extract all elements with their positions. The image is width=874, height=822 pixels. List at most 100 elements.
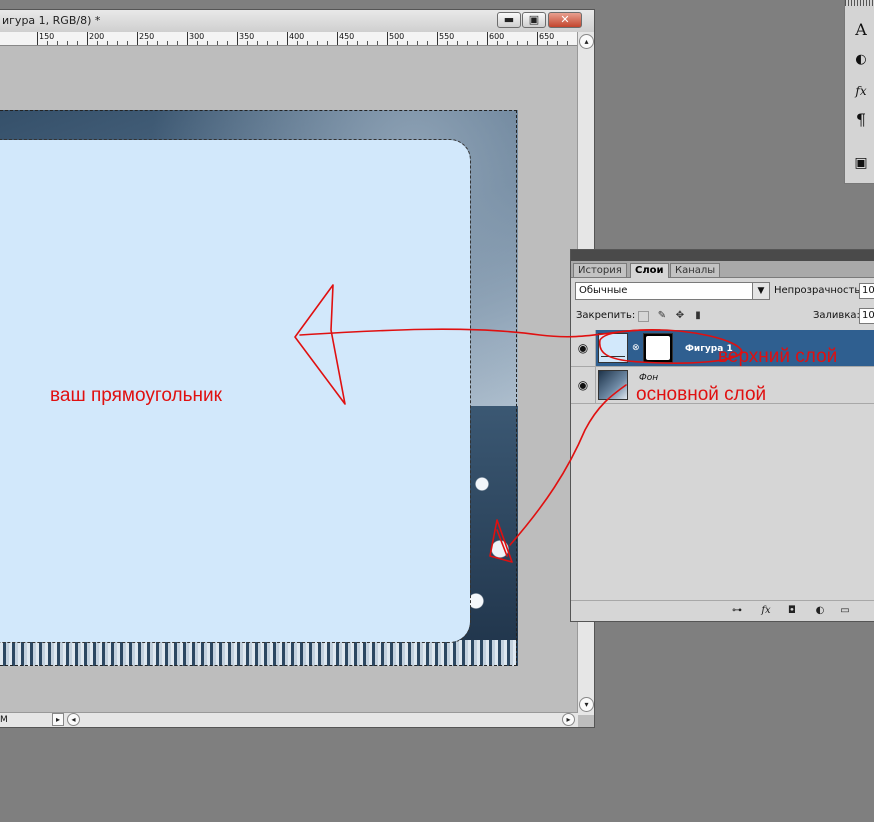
brush-tool-icon[interactable]: ◐: [849, 49, 873, 71]
document-titlebar[interactable]: игура 1, RGB/8) * ▬ ▣ ✕: [0, 10, 594, 33]
tab-channels[interactable]: Каналы: [670, 263, 721, 277]
close-button[interactable]: ✕: [548, 12, 582, 28]
panel-header[interactable]: [571, 250, 874, 261]
panel-grip[interactable]: [845, 0, 874, 6]
ruler-minor-tick: [217, 41, 218, 45]
ruler-minor-tick: [457, 41, 458, 45]
ruler-tick: [537, 32, 538, 45]
ruler-tick-label: 150: [39, 32, 55, 41]
blend-mode-select[interactable]: Обычные ▼: [575, 282, 770, 300]
ruler-minor-tick: [167, 41, 168, 45]
fx-icon[interactable]: fx: [758, 604, 774, 618]
fx-tool-icon[interactable]: fx: [849, 80, 873, 102]
tab-layers[interactable]: Слои: [630, 263, 669, 278]
horizontal-ruler[interactable]: 150 200 250 300 350 400 450 500 550 600 650: [0, 32, 578, 46]
ruler-minor-tick: [77, 41, 78, 45]
tab-history[interactable]: История: [573, 263, 627, 277]
ruler-minor-tick: [357, 41, 358, 45]
ruler-minor-tick: [147, 41, 148, 45]
scroll-up-arrow-icon[interactable]: ▴: [579, 34, 594, 49]
ruler-minor-tick: [497, 41, 498, 45]
ruler-tick-label: 300: [189, 32, 205, 41]
type-tool-icon[interactable]: A: [849, 19, 873, 41]
ruler-tick-label: 250: [139, 32, 155, 41]
ruler-tick-label: 600: [489, 32, 505, 41]
ruler-minor-tick: [417, 41, 418, 45]
ruler-minor-tick: [227, 41, 228, 45]
ruler-tick-label: 350: [239, 32, 255, 41]
layers-panel-footer: ⊶ fx ◘ ◐ ▭: [571, 600, 874, 621]
ruler-minor-tick: [517, 41, 518, 45]
link-icon[interactable]: ⊗: [632, 342, 640, 354]
ruler-tick: [437, 32, 438, 45]
rectangle-annotation: ваш прямоугольник: [50, 385, 222, 406]
layer-thumbnail: [598, 333, 628, 363]
lock-move-icon[interactable]: ✥: [674, 310, 686, 322]
ruler-minor-tick: [177, 41, 178, 45]
base-layer-annotation: основной слой: [636, 384, 767, 405]
ruler-minor-tick: [247, 41, 248, 45]
ruler-minor-tick: [507, 41, 508, 45]
ruler-tick: [287, 32, 288, 45]
panel-tab-bar: История Слои Каналы: [571, 261, 874, 278]
lock-all-icon[interactable]: ▮: [692, 310, 704, 322]
scroll-left-arrow-icon[interactable]: ◂: [67, 713, 80, 726]
restore-button[interactable]: ▣: [522, 12, 546, 28]
ruler-minor-tick: [467, 41, 468, 45]
ruler-minor-tick: [317, 41, 318, 45]
minimize-button[interactable]: ▬: [497, 12, 521, 28]
ruler-minor-tick: [557, 41, 558, 45]
ruler-minor-tick: [117, 41, 118, 45]
scroll-right-arrow-icon[interactable]: ▸: [562, 713, 575, 726]
new-group-icon[interactable]: ▭: [837, 604, 853, 618]
lock-label: Закрепить:: [576, 310, 636, 321]
ruler-minor-tick: [427, 41, 428, 45]
ruler-minor-tick: [267, 41, 268, 45]
ruler-minor-tick: [347, 41, 348, 45]
ruler-minor-tick: [277, 41, 278, 45]
ruler-minor-tick: [447, 41, 448, 45]
ruler-minor-tick: [527, 41, 528, 45]
ruler-tick-label: 550: [439, 32, 455, 41]
add-mask-icon[interactable]: ◘: [784, 604, 800, 618]
opacity-field[interactable]: 10: [859, 283, 874, 299]
tools-panel: A ◐ fx ¶ ▣: [844, 0, 874, 184]
fill-label: Заливка:: [813, 310, 860, 321]
layers-panel: История Слои Каналы Обычные ▼ Непрозрачн…: [570, 249, 874, 622]
lock-transparency-icon[interactable]: [638, 311, 649, 322]
eye-icon[interactable]: ◉: [571, 367, 596, 403]
ruler-tick: [37, 32, 38, 45]
ruler-tick: [137, 32, 138, 45]
ruler-tick: [387, 32, 388, 45]
ruler-tick: [187, 32, 188, 45]
layer-name[interactable]: Фон: [639, 373, 658, 383]
ruler-tick: [487, 32, 488, 45]
layer-thumbnail: [598, 370, 628, 400]
adjustment-layer-icon[interactable]: ◐: [812, 604, 828, 618]
ruler-tick-label: 450: [339, 32, 355, 41]
eye-icon[interactable]: ◉: [571, 330, 596, 366]
opacity-label: Непрозрачность:: [774, 285, 864, 296]
paragraph-tool-icon[interactable]: ¶: [849, 109, 873, 131]
ruler-minor-tick: [127, 41, 128, 45]
ruler-tick: [87, 32, 88, 45]
fill-field[interactable]: 10: [859, 308, 874, 324]
link-layers-icon[interactable]: ⊶: [729, 604, 745, 618]
ruler-minor-tick: [107, 41, 108, 45]
zoom-readout[interactable]: M: [0, 713, 8, 727]
ruler-minor-tick: [367, 41, 368, 45]
chevron-down-icon[interactable]: ▼: [752, 283, 769, 299]
square-tool-icon[interactable]: ▣: [849, 152, 873, 174]
ruler-minor-tick: [257, 41, 258, 45]
document-window: игура 1, RGB/8) * ▬ ▣ ✕ 150 200 250 300 350 4…: [0, 9, 595, 728]
scroll-down-arrow-icon[interactable]: ▾: [579, 697, 594, 712]
ruler-tick: [237, 32, 238, 45]
ruler-minor-tick: [307, 41, 308, 45]
ruler-minor-tick: [47, 41, 48, 45]
ruler-minor-tick: [157, 41, 158, 45]
ruler-minor-tick: [207, 41, 208, 45]
ruler-tick-label: 500: [389, 32, 405, 41]
document-title: игура 1, RGB/8) *: [2, 14, 101, 27]
status-menu-arrow-icon[interactable]: ▸: [52, 713, 64, 726]
lock-brush-icon[interactable]: ✎: [656, 310, 668, 322]
